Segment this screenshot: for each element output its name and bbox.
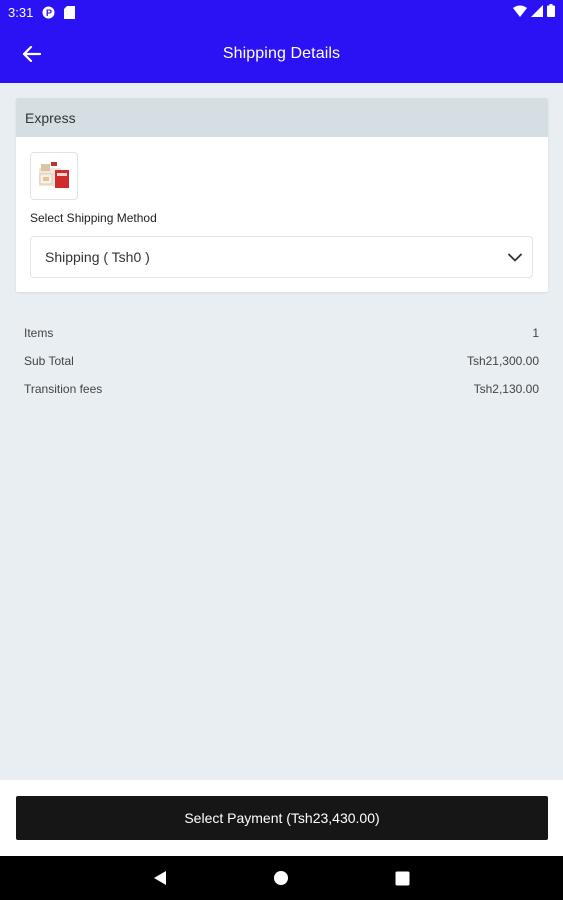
status-right: [513, 4, 555, 20]
nav-back-button[interactable]: [150, 868, 170, 888]
back-triangle-icon: [154, 871, 166, 885]
summary-value: 1: [532, 326, 539, 340]
summary-label: Items: [24, 326, 54, 340]
sd-card-icon: [64, 5, 76, 19]
summary-row-transition-fees: Transition fees Tsh2,130.00: [24, 375, 539, 403]
card-header-express: Express: [16, 98, 548, 137]
summary-row-items: Items 1: [24, 319, 539, 347]
battery-icon: [547, 4, 555, 20]
product-image-icon: [39, 162, 69, 188]
page-title: Shipping Details: [222, 44, 341, 62]
app-bar: Shipping Details: [0, 24, 563, 83]
summary-label: Transition fees: [24, 382, 103, 396]
system-nav-bar: [0, 856, 563, 900]
main-content: Express Select Shipping Method Shipping …: [0, 83, 563, 780]
shipping-method-select[interactable]: Shipping ( Tsh0 ): [30, 236, 533, 278]
summary-value: Tsh2,130.00: [473, 382, 539, 396]
wifi-icon: [513, 5, 527, 20]
chevron-down-icon: [508, 253, 522, 261]
arrow-left-icon: [23, 46, 41, 62]
cell-signal-icon: [531, 4, 543, 20]
nav-recents-button[interactable]: [392, 868, 412, 888]
status-time: 3:31: [8, 4, 34, 20]
shipping-card: Express Select Shipping Method Shipping …: [16, 98, 548, 292]
back-button[interactable]: [18, 40, 46, 68]
order-summary: Items 1 Sub Total Tsh21,300.00 Transitio…: [24, 319, 539, 403]
nav-home-button[interactable]: [271, 868, 291, 888]
summary-value: Tsh21,300.00: [466, 354, 539, 368]
summary-row-subtotal: Sub Total Tsh21,300.00: [24, 347, 539, 375]
home-circle-icon: [274, 871, 288, 885]
shipping-method-label: Select Shipping Method: [30, 211, 157, 225]
status-left: 3:31 P: [8, 4, 76, 20]
svg-text:P: P: [46, 8, 52, 18]
status-bar: 3:31 P: [0, 0, 563, 24]
product-thumbnail[interactable]: [30, 152, 78, 200]
selected-shipping-method: Shipping ( Tsh0 ): [45, 249, 150, 265]
footer: Select Payment (Tsh23,430.00): [0, 780, 563, 856]
select-payment-button[interactable]: Select Payment (Tsh23,430.00): [16, 796, 548, 840]
p-notification-icon: P: [42, 6, 55, 19]
summary-label: Sub Total: [24, 354, 74, 368]
recents-square-icon: [395, 871, 409, 885]
